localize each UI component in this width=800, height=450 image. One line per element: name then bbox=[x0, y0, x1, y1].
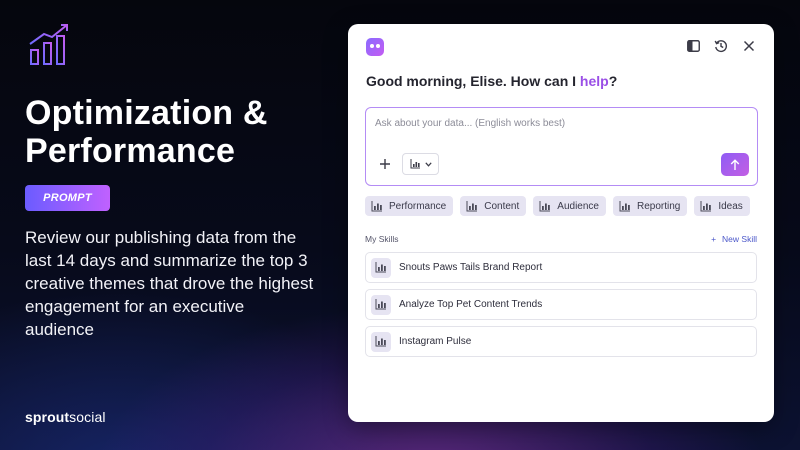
skill-label: Analyze Top Pet Content Trends bbox=[399, 299, 543, 310]
chart-icon bbox=[371, 200, 382, 211]
brand-logo-part-2: social bbox=[69, 409, 106, 425]
brand-logo-part-1: sprout bbox=[25, 409, 70, 425]
skill-item[interactable]: Snouts Paws Tails Brand Report bbox=[365, 252, 757, 283]
assistant-panel: Good morning, Elise. How can I help? Ask… bbox=[348, 24, 774, 422]
chip-label: Performance bbox=[389, 200, 447, 212]
growth-chart-icon bbox=[29, 24, 68, 65]
send-button[interactable] bbox=[721, 153, 749, 176]
chip-label: Reporting bbox=[636, 200, 681, 212]
chip-ideas[interactable]: Ideas bbox=[694, 196, 750, 216]
skills-header: My Skills + New Skill bbox=[365, 234, 757, 244]
sidebar-toggle-icon[interactable] bbox=[686, 39, 700, 53]
chart-icon bbox=[700, 200, 712, 211]
chip-label: Content bbox=[484, 200, 520, 212]
new-skill-label: New Skill bbox=[722, 234, 757, 244]
close-icon[interactable] bbox=[742, 39, 756, 53]
chip-label: Ideas bbox=[718, 200, 743, 212]
assistant-bot-icon bbox=[366, 38, 384, 56]
chart-icon bbox=[410, 159, 420, 169]
skill-label: Snouts Paws Tails Brand Report bbox=[399, 262, 543, 273]
chip-performance[interactable]: Performance bbox=[365, 196, 454, 216]
data-source-dropdown[interactable] bbox=[402, 153, 439, 175]
chart-icon bbox=[539, 200, 551, 211]
suggestion-chips: Performance Content Audience Reporting I… bbox=[365, 196, 750, 216]
hero-title: Optimization & Performance bbox=[25, 94, 325, 170]
add-attachment-button[interactable] bbox=[378, 157, 392, 171]
brand-logo: sproutsocial bbox=[25, 409, 106, 425]
skill-item[interactable]: Instagram Pulse bbox=[365, 326, 757, 357]
skill-item[interactable]: Analyze Top Pet Content Trends bbox=[365, 289, 757, 320]
prompt-composer[interactable]: Ask about your data... (English works be… bbox=[365, 107, 758, 186]
chart-icon bbox=[371, 294, 391, 315]
chart-icon bbox=[371, 331, 391, 352]
greeting-prefix: Good morning, Elise. How can I bbox=[366, 73, 580, 89]
chip-label: Audience bbox=[557, 200, 599, 212]
plus-icon: + bbox=[711, 234, 717, 244]
panel-toolbar bbox=[686, 39, 756, 53]
chip-content[interactable]: Content bbox=[460, 196, 527, 216]
prompt-text: Review our publishing data from the last… bbox=[25, 228, 314, 339]
chart-icon bbox=[619, 200, 630, 211]
chart-icon bbox=[371, 257, 391, 278]
new-skill-button[interactable]: + New Skill bbox=[711, 234, 757, 244]
chart-icon bbox=[466, 200, 478, 211]
greeting-highlight: help bbox=[579, 73, 609, 89]
hero-title-line-1: Optimization & bbox=[25, 94, 268, 132]
arrow-up-icon bbox=[730, 158, 740, 170]
prompt-badge: PROMPT bbox=[25, 185, 110, 211]
chip-reporting[interactable]: Reporting bbox=[612, 196, 688, 216]
hero-title-line-2: Performance bbox=[25, 132, 236, 170]
greeting-suffix: ? bbox=[608, 73, 618, 89]
greeting-text: Good morning, Elise. How can I help? bbox=[366, 73, 617, 89]
skill-label: Instagram Pulse bbox=[399, 336, 472, 347]
history-icon[interactable] bbox=[714, 39, 728, 53]
chevron-down-icon bbox=[424, 161, 432, 167]
prompt-input[interactable]: Ask about your data... (English works be… bbox=[375, 118, 565, 129]
chip-audience[interactable]: Audience bbox=[533, 196, 606, 216]
skills-title: My Skills bbox=[365, 234, 399, 244]
